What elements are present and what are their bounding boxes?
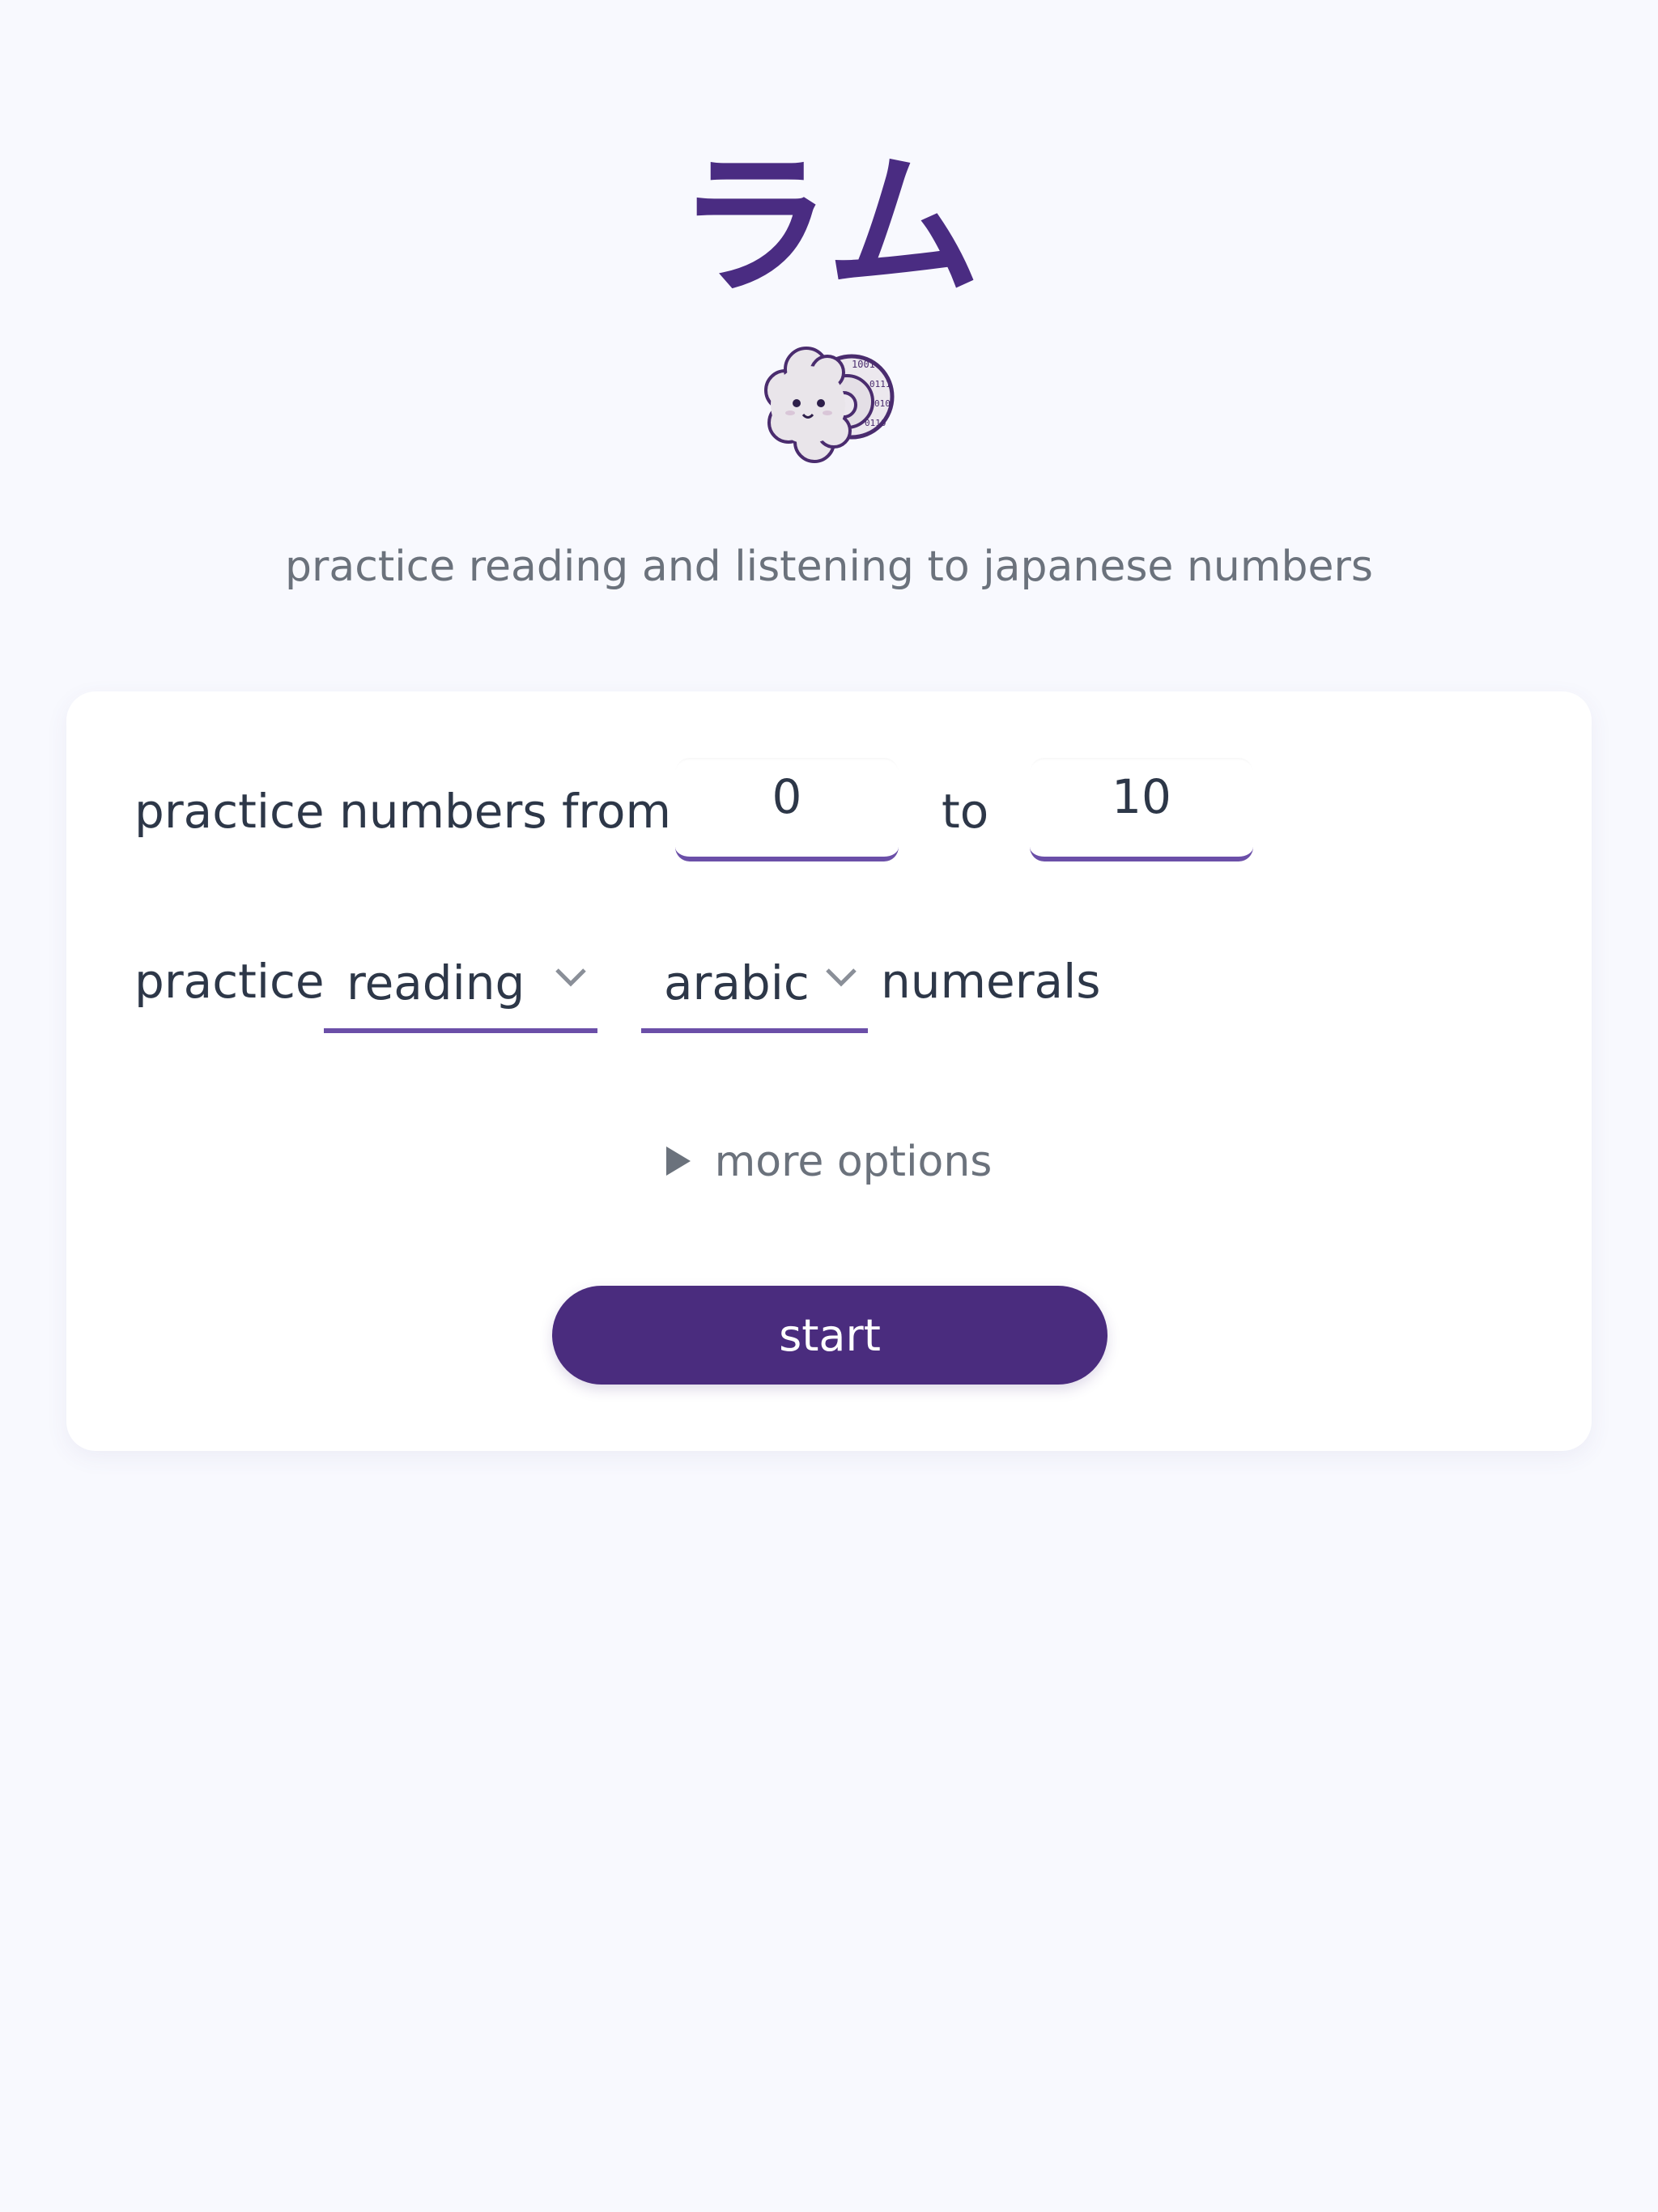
app-subtitle: practice reading and listening to japane… (285, 542, 1373, 591)
range-to-label: to (942, 784, 989, 839)
range-to-input[interactable] (1030, 758, 1253, 861)
svg-text:0110: 0110 (865, 418, 886, 428)
numeral-type-select[interactable]: arabic (641, 942, 868, 1033)
mode-prefix-label: practice (134, 954, 325, 1009)
numeral-type-select-value: arabic (664, 955, 810, 1010)
svg-text:0111: 0111 (869, 379, 891, 389)
svg-text:1001: 1001 (852, 359, 875, 370)
app-title: ラム (677, 137, 981, 316)
triangle-right-icon (665, 1146, 691, 1176)
mode-suffix-label: numerals (881, 954, 1101, 1009)
chevron-down-icon (826, 968, 857, 987)
chevron-down-icon (555, 968, 586, 987)
range-from-input[interactable] (675, 758, 899, 861)
svg-text:010: 010 (874, 398, 891, 409)
start-button[interactable]: start (552, 1286, 1107, 1385)
activity-select[interactable]: reading (324, 942, 597, 1033)
activity-select-value: reading (346, 955, 525, 1010)
ram-logo-icon: 1001 0111 010 0110 (756, 340, 902, 470)
more-options-label: more options (714, 1138, 993, 1186)
more-options-toggle[interactable]: more options (0, 1134, 1658, 1190)
range-prefix-label: practice numbers from (134, 784, 671, 839)
